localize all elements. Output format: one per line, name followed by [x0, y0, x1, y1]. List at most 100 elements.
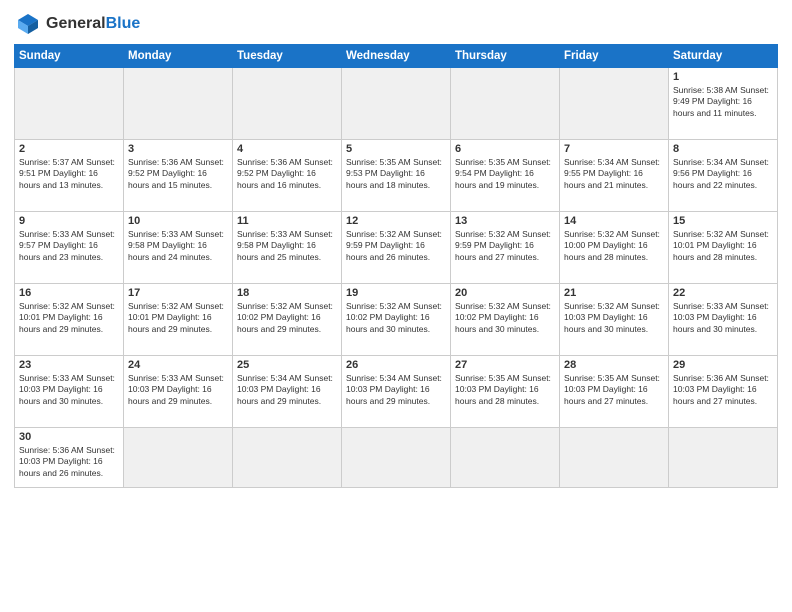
day-number: 20: [455, 287, 555, 299]
day-info: Sunrise: 5:37 AM Sunset: 9:51 PM Dayligh…: [19, 157, 119, 191]
calendar-cell: 26 Sunrise: 5:34 AM Sunset: 10:03 PM Dayl…: [342, 356, 451, 428]
day-number: 23: [19, 359, 119, 371]
weekday-header-row: SundayMondayTuesdayWednesdayThursdayFrid…: [15, 45, 778, 68]
day-number: 10: [128, 215, 228, 227]
day-info: Sunrise: 5:38 AM Sunset: 9:49 PM Dayligh…: [673, 85, 773, 119]
calendar-cell: [342, 68, 451, 140]
calendar-cell: 22 Sunrise: 5:33 AM Sunset: 10:03 PM Dayl…: [669, 284, 778, 356]
weekday-header: Tuesday: [233, 45, 342, 68]
calendar-cell: [124, 428, 233, 488]
day-number: 30: [19, 431, 119, 443]
day-info: Sunrise: 5:35 AM Sunset: 10:03 PM Daylig…: [455, 373, 555, 407]
logo-icon: [14, 10, 42, 38]
day-info: Sunrise: 5:34 AM Sunset: 10:03 PM Daylig…: [237, 373, 337, 407]
calendar-week-row: 1Sunrise: 5:38 AM Sunset: 9:49 PM Daylig…: [15, 68, 778, 140]
calendar-cell: 13Sunrise: 5:32 AM Sunset: 9:59 PM Dayli…: [451, 212, 560, 284]
day-number: 24: [128, 359, 228, 371]
day-info: Sunrise: 5:35 AM Sunset: 10:03 PM Daylig…: [564, 373, 664, 407]
day-info: Sunrise: 5:34 AM Sunset: 10:03 PM Daylig…: [346, 373, 446, 407]
day-info: Sunrise: 5:33 AM Sunset: 9:57 PM Dayligh…: [19, 229, 119, 263]
day-number: 22: [673, 287, 773, 299]
calendar-cell: 14 Sunrise: 5:32 AM Sunset: 10:00 PM Dayl…: [560, 212, 669, 284]
calendar-cell: 21 Sunrise: 5:32 AM Sunset: 10:03 PM Dayl…: [560, 284, 669, 356]
logo-text: GeneralBlue: [46, 15, 140, 33]
calendar-cell: 18 Sunrise: 5:32 AM Sunset: 10:02 PM Dayl…: [233, 284, 342, 356]
day-info: Sunrise: 5:32 AM Sunset: 10:01 PM Daylig…: [128, 301, 228, 335]
calendar-cell: [451, 68, 560, 140]
day-info: Sunrise: 5:32 AM Sunset: 10:02 PM Daylig…: [346, 301, 446, 335]
day-number: 16: [19, 287, 119, 299]
day-number: 2: [19, 143, 119, 155]
day-number: 25: [237, 359, 337, 371]
calendar-cell: 8Sunrise: 5:34 AM Sunset: 9:56 PM Daylig…: [669, 140, 778, 212]
weekday-header: Sunday: [15, 45, 124, 68]
calendar-cell: 24Sunrise: 5:33 AM Sunset: 10:03 PM Dayl…: [124, 356, 233, 428]
day-number: 11: [237, 215, 337, 227]
calendar-cell: 7 Sunrise: 5:34 AM Sunset: 9:55 PM Daylig…: [560, 140, 669, 212]
weekday-header: Wednesday: [342, 45, 451, 68]
day-number: 26: [346, 359, 446, 371]
calendar-cell: 12 Sunrise: 5:32 AM Sunset: 9:59 PM Dayli…: [342, 212, 451, 284]
day-info: Sunrise: 5:32 AM Sunset: 10:02 PM Daylig…: [455, 301, 555, 335]
calendar-cell: 10 Sunrise: 5:33 AM Sunset: 9:58 PM Dayli…: [124, 212, 233, 284]
calendar-cell: 1Sunrise: 5:38 AM Sunset: 9:49 PM Daylig…: [669, 68, 778, 140]
day-number: 5: [346, 143, 446, 155]
day-info: Sunrise: 5:33 AM Sunset: 10:03 PM Daylig…: [673, 301, 773, 335]
calendar-cell: [451, 428, 560, 488]
day-info: Sunrise: 5:34 AM Sunset: 9:55 PM Dayligh…: [564, 157, 664, 191]
day-info: Sunrise: 5:32 AM Sunset: 10:00 PM Daylig…: [564, 229, 664, 263]
calendar-cell: 25 Sunrise: 5:34 AM Sunset: 10:03 PM Dayl…: [233, 356, 342, 428]
day-info: Sunrise: 5:33 AM Sunset: 10:03 PM Daylig…: [19, 373, 119, 407]
day-number: 27: [455, 359, 555, 371]
calendar-table: SundayMondayTuesdayWednesdayThursdayFrid…: [14, 44, 778, 488]
calendar-cell: [342, 428, 451, 488]
day-info: Sunrise: 5:36 AM Sunset: 9:52 PM Dayligh…: [237, 157, 337, 191]
page: GeneralBlue SundayMondayTuesdayWednesday…: [0, 0, 792, 612]
day-info: Sunrise: 5:32 AM Sunset: 10:01 PM Daylig…: [19, 301, 119, 335]
day-number: 3: [128, 143, 228, 155]
calendar-cell: 15 Sunrise: 5:32 AM Sunset: 10:01 PM Dayl…: [669, 212, 778, 284]
day-number: 15: [673, 215, 773, 227]
calendar-cell: 6Sunrise: 5:35 AM Sunset: 9:54 PM Daylig…: [451, 140, 560, 212]
calendar-week-row: 16 Sunrise: 5:32 AM Sunset: 10:01 PM Dayl…: [15, 284, 778, 356]
day-info: Sunrise: 5:32 AM Sunset: 10:01 PM Daylig…: [673, 229, 773, 263]
calendar-cell: 23 Sunrise: 5:33 AM Sunset: 10:03 PM Dayl…: [15, 356, 124, 428]
calendar-cell: 20 Sunrise: 5:32 AM Sunset: 10:02 PM Dayl…: [451, 284, 560, 356]
day-number: 18: [237, 287, 337, 299]
day-number: 21: [564, 287, 664, 299]
day-number: 8: [673, 143, 773, 155]
day-info: Sunrise: 5:36 AM Sunset: 9:52 PM Dayligh…: [128, 157, 228, 191]
day-info: Sunrise: 5:33 AM Sunset: 9:58 PM Dayligh…: [128, 229, 228, 263]
calendar-week-row: 23 Sunrise: 5:33 AM Sunset: 10:03 PM Dayl…: [15, 356, 778, 428]
weekday-header: Thursday: [451, 45, 560, 68]
day-number: 9: [19, 215, 119, 227]
day-number: 28: [564, 359, 664, 371]
calendar-cell: 5Sunrise: 5:35 AM Sunset: 9:53 PM Daylig…: [342, 140, 451, 212]
day-info: Sunrise: 5:36 AM Sunset: 10:03 PM Daylig…: [673, 373, 773, 407]
calendar-cell: 27 Sunrise: 5:35 AM Sunset: 10:03 PM Dayl…: [451, 356, 560, 428]
day-info: Sunrise: 5:33 AM Sunset: 9:58 PM Dayligh…: [237, 229, 337, 263]
calendar-cell: 29Sunrise: 5:36 AM Sunset: 10:03 PM Dayl…: [669, 356, 778, 428]
calendar-cell: 11 Sunrise: 5:33 AM Sunset: 9:58 PM Dayli…: [233, 212, 342, 284]
day-info: Sunrise: 5:36 AM Sunset: 10:03 PM Daylig…: [19, 445, 119, 479]
calendar-week-row: 30 Sunrise: 5:36 AM Sunset: 10:03 PM Dayl…: [15, 428, 778, 488]
day-info: Sunrise: 5:32 AM Sunset: 9:59 PM Dayligh…: [455, 229, 555, 263]
calendar-cell: 16 Sunrise: 5:32 AM Sunset: 10:01 PM Dayl…: [15, 284, 124, 356]
day-number: 6: [455, 143, 555, 155]
day-number: 12: [346, 215, 446, 227]
calendar-cell: 19Sunrise: 5:32 AM Sunset: 10:02 PM Dayl…: [342, 284, 451, 356]
calendar-week-row: 2 Sunrise: 5:37 AM Sunset: 9:51 PM Daylig…: [15, 140, 778, 212]
calendar-cell: [124, 68, 233, 140]
day-number: 17: [128, 287, 228, 299]
day-info: Sunrise: 5:32 AM Sunset: 9:59 PM Dayligh…: [346, 229, 446, 263]
calendar-cell: 3 Sunrise: 5:36 AM Sunset: 9:52 PM Daylig…: [124, 140, 233, 212]
day-number: 14: [564, 215, 664, 227]
weekday-header: Monday: [124, 45, 233, 68]
day-number: 7: [564, 143, 664, 155]
calendar-cell: [669, 428, 778, 488]
header: GeneralBlue: [14, 10, 778, 38]
day-info: Sunrise: 5:32 AM Sunset: 10:03 PM Daylig…: [564, 301, 664, 335]
calendar-cell: [233, 68, 342, 140]
day-info: Sunrise: 5:32 AM Sunset: 10:02 PM Daylig…: [237, 301, 337, 335]
day-number: 4: [237, 143, 337, 155]
